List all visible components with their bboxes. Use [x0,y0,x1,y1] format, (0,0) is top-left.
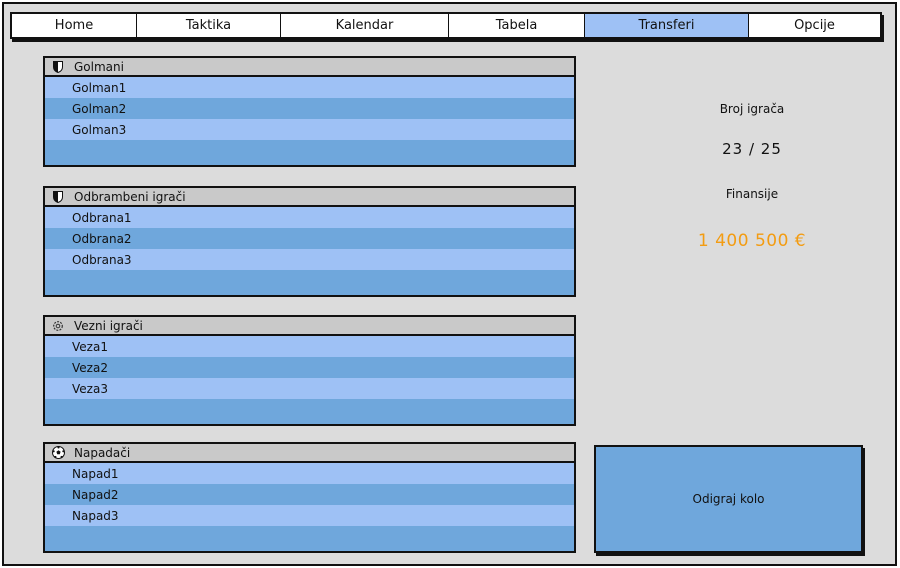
forwards-title: Napadači [74,445,131,460]
list-item[interactable]: Veza1 [45,336,574,357]
list-item[interactable]: Odbrana2 [45,228,574,249]
list-empty-row [45,526,574,547]
list-item[interactable]: Golman3 [45,119,574,140]
play-round-button[interactable]: Odigraj kolo [594,445,863,553]
finance-value: 1 400 500 € [697,231,807,251]
list-item[interactable]: Napad2 [45,484,574,505]
list-empty-row [45,399,574,420]
goalkeepers-title: Golmani [74,59,124,74]
list-item[interactable]: Veza2 [45,357,574,378]
tab-transferi[interactable]: Transferi [585,14,749,37]
tab-kalendar[interactable]: Kalendar [281,14,449,37]
list-item[interactable]: Golman2 [45,98,574,119]
gear-icon [51,319,65,333]
tab-bar: Home Taktika Kalendar Tabela Transferi O… [10,12,882,39]
finance-label: Finansije [725,187,779,201]
defenders-title: Odbrambeni igrači [74,189,186,204]
forwards-list: Napadači Napad1 Napad2 Napad3 [43,442,576,553]
list-item[interactable]: Napad1 [45,463,574,484]
players-count-value: 23 / 25 [722,140,782,158]
forwards-header: Napadači [45,444,574,463]
soccer-ball-icon [51,446,65,460]
midfielders-header: Vezni igrači [45,317,574,336]
shield-icon [51,60,65,74]
defenders-header: Odbrambeni igrači [45,188,574,207]
tab-tabela[interactable]: Tabela [449,14,585,37]
list-item[interactable]: Veza3 [45,378,574,399]
tab-home[interactable]: Home [12,14,137,37]
list-item[interactable]: Golman1 [45,77,574,98]
midfielders-title: Vezni igrači [74,318,143,333]
list-item[interactable]: Odbrana3 [45,249,574,270]
list-item[interactable]: Napad3 [45,505,574,526]
goalkeepers-header: Golmani [45,58,574,77]
tab-taktika[interactable]: Taktika [137,14,281,37]
list-empty-row [45,270,574,291]
list-item[interactable]: Odbrana1 [45,207,574,228]
tab-opcije[interactable]: Opcije [749,14,880,37]
defenders-list: Odbrambeni igrači Odbrana1 Odbrana2 Odbr… [43,186,576,297]
players-count-label: Broj igrača [719,102,785,116]
midfielders-list: Vezni igrači Veza1 Veza2 Veza3 [43,315,576,426]
shield-icon [51,190,65,204]
goalkeepers-list: Golmani Golman1 Golman2 Golman3 [43,56,576,167]
app-window: Home Taktika Kalendar Tabela Transferi O… [2,2,897,566]
list-empty-row [45,140,574,161]
